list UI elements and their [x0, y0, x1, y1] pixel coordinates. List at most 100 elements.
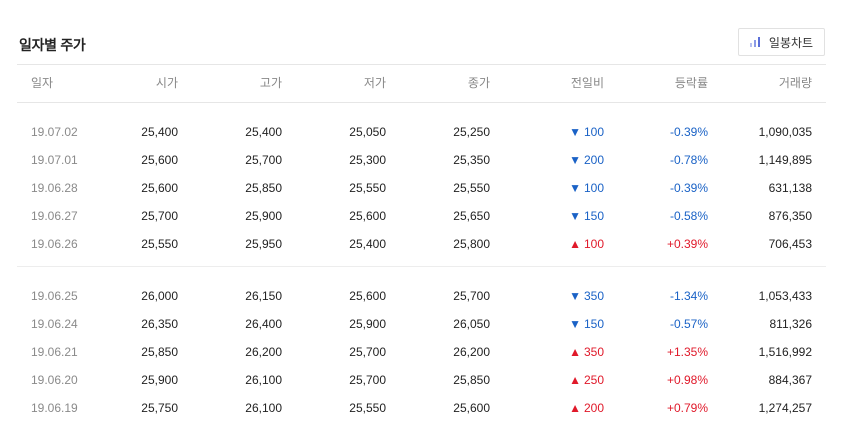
header-change: 전일비 — [570, 76, 604, 90]
cell-volume: 1,090,035 — [758, 125, 812, 139]
cell-volume: 876,350 — [768, 209, 812, 223]
cell-low: 25,050 — [349, 125, 386, 139]
down-arrow-icon: ▼ — [569, 153, 581, 167]
cell-low: 25,300 — [349, 153, 386, 167]
cell-close: 25,700 — [453, 289, 490, 303]
cell-low: 25,900 — [349, 317, 386, 331]
cell-change: ▼ 200 — [569, 146, 604, 174]
cell-low: 25,400 — [349, 237, 386, 251]
cell-open: 25,600 — [141, 153, 178, 167]
change-value: 100 — [583, 125, 604, 139]
cell-close: 25,800 — [453, 237, 490, 251]
cell-low: 25,600 — [349, 289, 386, 303]
cell-rate: -0.58% — [669, 209, 708, 223]
cell-high: 26,100 — [245, 373, 282, 387]
header-volume: 거래량 — [778, 76, 812, 90]
cell-open: 25,750 — [141, 401, 178, 415]
cell-rate: +0.79% — [666, 401, 708, 415]
cell-change: ▼ 150 — [569, 202, 604, 230]
cell-volume: 631,138 — [768, 181, 812, 195]
cell-date: 19.07.01 — [31, 153, 78, 167]
down-arrow-icon: ▼ — [569, 317, 581, 331]
cell-open: 25,900 — [141, 373, 178, 387]
cell-rate: -0.78% — [669, 153, 708, 167]
table-row: 19.06.19 25,750 26,100 25,550 25,600 ▲ 200 +0.7… — [17, 394, 826, 422]
cell-low: 25,600 — [349, 209, 386, 223]
cell-high: 25,400 — [245, 125, 282, 139]
cell-date: 19.06.19 — [31, 401, 78, 415]
cell-high: 26,400 — [245, 317, 282, 331]
table-row: 19.07.01 25,600 25,700 25,300 25,350 ▼ 200 -0.7… — [17, 146, 826, 174]
cell-rate: -1.34% — [669, 289, 708, 303]
cell-volume: 811,326 — [769, 317, 813, 331]
cell-high: 25,950 — [245, 237, 282, 251]
cell-close: 25,600 — [453, 401, 490, 415]
daily-chart-button[interactable]: 일봉차트 — [738, 28, 825, 56]
cell-volume: 884,367 — [768, 373, 812, 387]
header-open: 시가 — [155, 76, 178, 90]
cell-close: 25,650 — [453, 209, 490, 223]
table-row: 19.06.24 26,350 26,400 25,900 26,050 ▼ 150 -0.5… — [17, 310, 826, 338]
daily-price-table: 일자 시가 고가 저가 종가 전일비 등락률 거래량 19.07.02 25,40… — [17, 64, 826, 430]
header-rate: 등락률 — [674, 76, 708, 90]
cell-high: 25,700 — [245, 153, 282, 167]
down-arrow-icon: ▼ — [569, 181, 581, 195]
change-value: 350 — [583, 345, 604, 359]
up-arrow-icon: ▲ — [569, 373, 581, 387]
cell-open: 25,400 — [141, 125, 178, 139]
change-value: 150 — [583, 317, 604, 331]
down-arrow-icon: ▼ — [569, 209, 581, 223]
cell-close: 26,050 — [453, 317, 490, 331]
down-arrow-icon: ▼ — [569, 289, 581, 303]
page-title: 일자별 주가 — [19, 37, 86, 53]
cell-date: 19.06.20 — [31, 373, 78, 387]
cell-date: 19.06.24 — [31, 317, 78, 331]
cell-date: 19.07.02 — [31, 125, 78, 139]
header-close: 종가 — [467, 76, 490, 90]
cell-change: ▼ 350 — [569, 282, 604, 310]
cell-high: 26,100 — [245, 401, 282, 415]
cell-change: ▼ 100 — [569, 118, 604, 146]
cell-low: 25,550 — [349, 181, 386, 195]
cell-open: 25,600 — [141, 181, 178, 195]
cell-rate: -0.39% — [669, 181, 708, 195]
up-arrow-icon: ▲ — [569, 401, 581, 415]
change-value: 200 — [583, 401, 604, 415]
cell-close: 25,250 — [453, 125, 490, 139]
cell-change: ▲ 250 — [569, 366, 604, 394]
cell-high: 26,200 — [245, 345, 282, 359]
cell-low: 25,700 — [349, 373, 386, 387]
change-value: 250 — [583, 373, 604, 387]
daily-chart-label: 일봉차트 — [768, 35, 814, 50]
table-header: 일자 시가 고가 저가 종가 전일비 등락률 거래량 — [17, 64, 826, 103]
cell-change: ▲ 200 — [569, 394, 604, 422]
cell-change: ▲ 350 — [569, 338, 604, 366]
table-row: 19.06.21 25,850 26,200 25,700 26,200 ▲ 350 +1.3… — [17, 338, 826, 366]
change-value: 150 — [583, 209, 604, 223]
cell-volume: 706,453 — [768, 237, 812, 251]
cell-change: ▲ 100 — [569, 230, 604, 258]
cell-open: 25,850 — [141, 345, 178, 359]
table-row: 19.06.28 25,600 25,850 25,550 25,550 ▼ 100 -0.3… — [17, 174, 826, 202]
cell-date: 19.06.25 — [31, 289, 78, 303]
cell-high: 25,850 — [245, 181, 282, 195]
cell-low: 25,550 — [349, 401, 386, 415]
cell-close: 25,550 — [453, 181, 490, 195]
table-row: 19.06.25 26,000 26,150 25,600 25,700 ▼ 350 -1.3… — [17, 282, 826, 310]
cell-open: 26,000 — [141, 289, 178, 303]
header-low: 저가 — [363, 76, 386, 90]
cell-low: 25,700 — [349, 345, 386, 359]
cell-rate: +1.35% — [666, 345, 708, 359]
cell-close: 25,350 — [453, 153, 490, 167]
cell-open: 25,700 — [141, 209, 178, 223]
row-group: 19.07.02 25,400 25,400 25,050 25,250 ▼ 100 -0.3… — [17, 103, 826, 266]
table-row: 19.07.02 25,400 25,400 25,050 25,250 ▼ 100 -0.3… — [17, 118, 826, 146]
cell-rate: +0.98% — [666, 373, 708, 387]
bar-chart-icon — [749, 37, 762, 47]
cell-close: 26,200 — [453, 345, 490, 359]
change-value: 200 — [583, 153, 604, 167]
table-body: 19.07.02 25,400 25,400 25,050 25,250 ▼ 100 -0.3… — [17, 103, 826, 430]
cell-change: ▼ 150 — [569, 310, 604, 338]
change-value: 100 — [583, 181, 604, 195]
change-value: 350 — [583, 289, 604, 303]
